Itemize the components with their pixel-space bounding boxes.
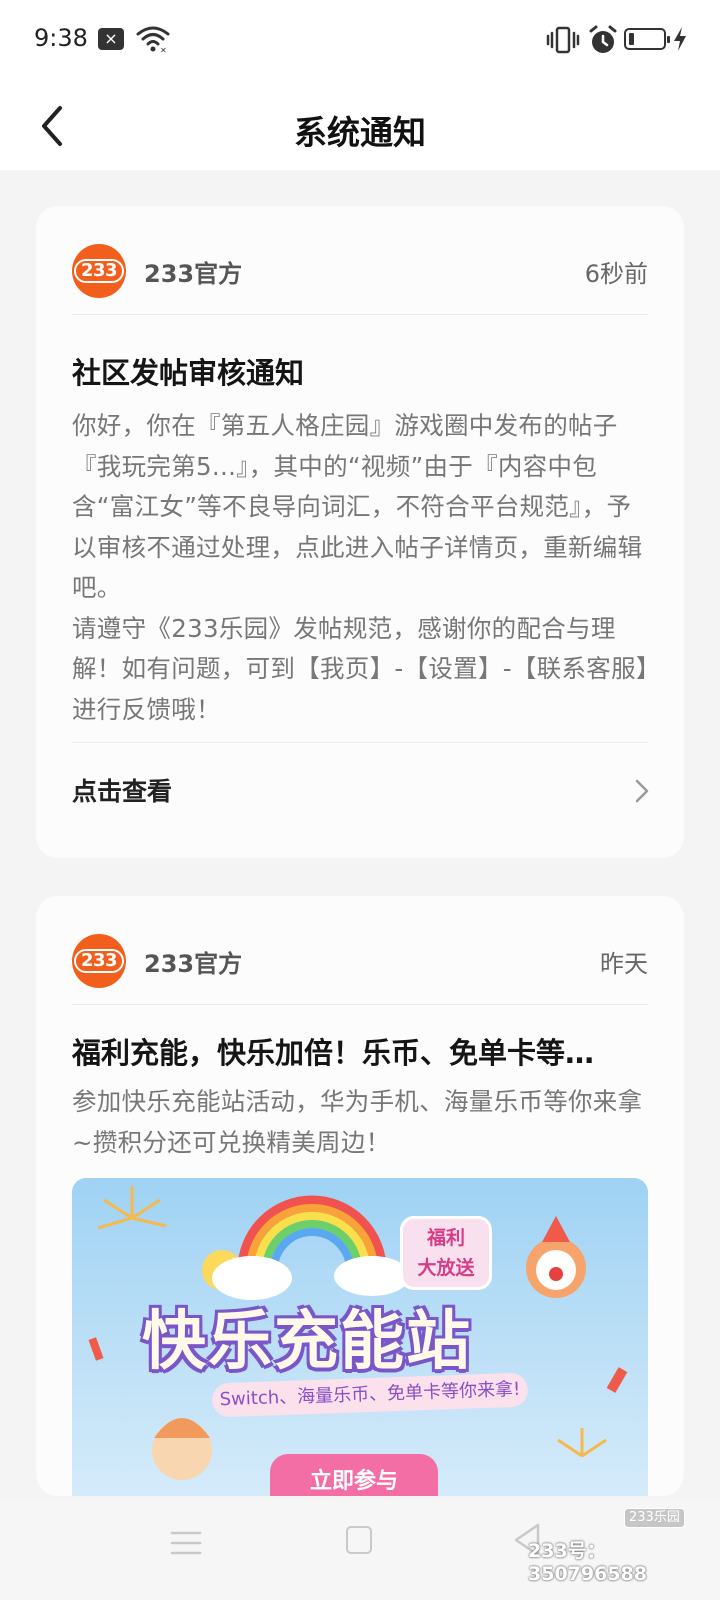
join-now-button[interactable]: 立即参与 (270, 1454, 438, 1496)
notification-close-icon: × (98, 28, 124, 50)
divider (72, 742, 648, 743)
avatar: 233 (72, 934, 126, 988)
avatar-logo-text: 233 (73, 949, 125, 973)
notification-body: 参加快乐充能站活动，华为手机、海量乐币等你来拿~攒积分还可兑换精美周边！ (72, 1087, 643, 1157)
status-bar: 9:38 × ✕ (0, 0, 720, 84)
sender-name: 233官方 (144, 260, 243, 288)
avatar: 233 (72, 244, 126, 298)
banner-headline: 快乐充能站 (142, 1305, 472, 1379)
wifi-icon: ✕ (136, 26, 170, 54)
notification-time: 昨天 (600, 950, 648, 978)
promo-banner[interactable]: 福利 大放送 快乐充能站 Switch、海量乐币、免单卡等你来拿! 立即参与 (72, 1178, 648, 1496)
alarm-icon (589, 25, 617, 53)
page-header: 系统通知 (0, 84, 720, 170)
notification-body: 你好，你在『第五人格庄园』游戏圈中发布的帖子『我玩完第5...』，其中的“视频”… (72, 411, 649, 724)
banner-badge: 福利 大放送 (400, 1216, 492, 1290)
divider (72, 1004, 648, 1005)
page-title: 系统通知 (294, 113, 426, 152)
avatar-logo-text: 233 (73, 259, 125, 283)
watermark-logo: 233乐园 (624, 1508, 685, 1528)
home-icon[interactable] (346, 1526, 372, 1554)
sender-name: 233官方 (144, 950, 243, 978)
divider (72, 314, 648, 315)
status-time: 9:38 (34, 24, 88, 52)
notification-card[interactable]: 233 233官方 6秒前 社区发帖审核通知 你好，你在『第五人格庄园』游戏圈中… (36, 206, 684, 858)
notification-title: 福利充能，快乐加倍！乐币、免单卡等… (72, 1036, 595, 1070)
notification-card[interactable]: 233 233官方 昨天 福利充能，快乐加倍！乐币、免单卡等… 参加快乐充能站活… (36, 896, 684, 1496)
system-nav-bar: 233乐园 233号：350796588 (0, 1500, 720, 1600)
battery-icon (624, 28, 670, 50)
watermark-id: 233号：350796588 (528, 1540, 647, 1585)
view-details-link[interactable]: 点击查看 (72, 772, 172, 808)
notification-time: 6秒前 (584, 260, 648, 288)
chevron-right-icon[interactable] (634, 778, 650, 804)
svg-text:✕: ✕ (160, 46, 167, 54)
recent-apps-icon[interactable] (170, 1528, 202, 1558)
vibrate-icon (546, 26, 580, 54)
notification-title: 社区发帖审核通知 (72, 356, 305, 390)
charging-icon (674, 27, 686, 51)
